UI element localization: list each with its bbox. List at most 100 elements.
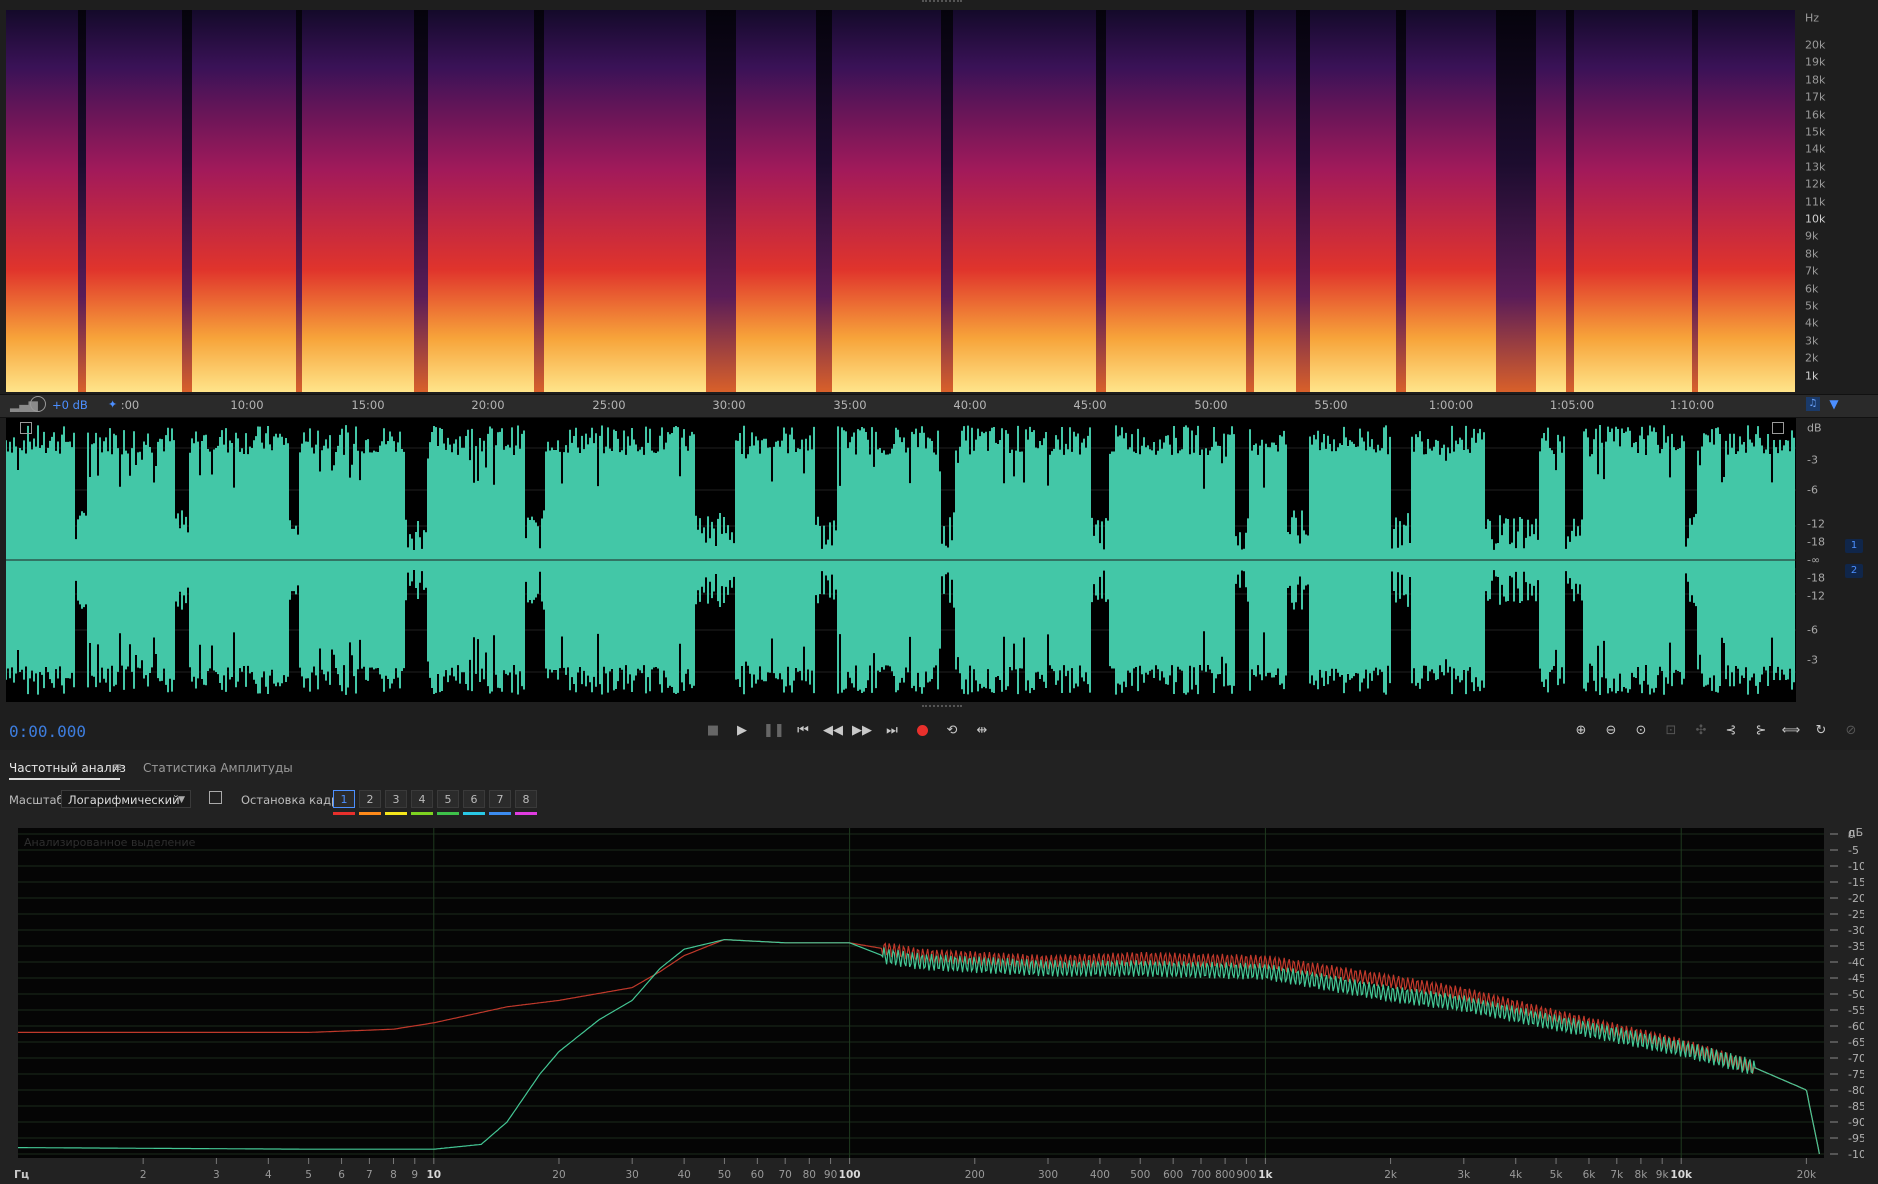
resize-grip[interactable] xyxy=(922,705,962,709)
fast-forward-button[interactable]: ▶▶ xyxy=(852,722,872,740)
freeze-frame-button-5[interactable]: 5 xyxy=(437,790,459,808)
hz-tick-label: 14k xyxy=(1805,142,1826,156)
db-unit-label: дБ xyxy=(1848,828,1863,839)
headphones-icon[interactable]: ♫ xyxy=(1806,397,1820,411)
ruler-tick-label: 40:00 xyxy=(953,398,987,412)
hz-tick-label: 7k xyxy=(1805,264,1819,278)
x-tick-label: 60 xyxy=(751,1169,764,1181)
hz-unit-label: Hz xyxy=(1805,11,1820,25)
x-tick-label: 20 xyxy=(552,1169,565,1181)
silence-band xyxy=(1692,10,1698,392)
silence-band xyxy=(78,10,86,392)
marker-icon[interactable]: ▼ xyxy=(1828,397,1840,411)
zoom-in-right-icon[interactable]: ⊱ xyxy=(1751,722,1771,740)
ruler-tick-label: 25:00 xyxy=(592,398,626,412)
channel-1-badge[interactable]: 1 xyxy=(1845,539,1863,553)
silence-band xyxy=(1496,10,1536,392)
go-to-start-button[interactable]: ⏮ xyxy=(793,722,813,740)
x-tick-label: 5 xyxy=(305,1169,312,1181)
x-tick-label: 8k xyxy=(1635,1169,1649,1181)
hz-tick-label: 12k xyxy=(1805,177,1826,191)
resize-grip[interactable] xyxy=(922,0,962,6)
copy-icon[interactable] xyxy=(209,791,222,804)
volume-knob-icon[interactable] xyxy=(30,396,46,412)
play-button[interactable]: ▶ xyxy=(732,722,752,740)
waveform-view[interactable] xyxy=(6,418,1796,702)
db-tick-label: -85 xyxy=(1848,1100,1864,1113)
time-ruler[interactable]: ▂▄▆ +0 dB ✦ :00 10:00 15:00 20:00 25:00 30:00… xyxy=(0,394,1878,418)
db-tick-label: -12 xyxy=(1807,589,1825,603)
go-to-end-button[interactable]: ⏭ xyxy=(882,722,902,740)
zoom-out-full-icon[interactable]: ⟺ xyxy=(1781,722,1801,740)
x-tick-label: 3k xyxy=(1457,1169,1471,1181)
tab-amplitude-statistics[interactable]: Статистика Амплитуды xyxy=(143,761,293,775)
db-tick-label: -45 xyxy=(1848,972,1864,985)
stop-button[interactable]: ■ xyxy=(703,722,723,740)
silence-band xyxy=(1396,10,1406,392)
loop-button[interactable]: ⟲ xyxy=(942,722,962,740)
freeze-frame-button-6[interactable]: 6 xyxy=(463,790,485,808)
silence-band xyxy=(534,10,544,392)
x-tick-label: 7 xyxy=(366,1169,373,1181)
zoom-reset-icon[interactable]: ↻ xyxy=(1811,722,1831,740)
freeze-frame-button-7[interactable]: 7 xyxy=(489,790,511,808)
freeze-frame-color-3 xyxy=(385,812,407,815)
panel-menu-icon[interactable]: ≡ xyxy=(112,760,122,774)
silence-band xyxy=(1246,10,1254,392)
fade-in-handle-icon[interactable] xyxy=(20,422,32,434)
volume-value[interactable]: +0 dB xyxy=(52,398,88,412)
zoom-selection-icon[interactable]: ⊡ xyxy=(1661,722,1681,740)
pin-icon[interactable]: ✦ xyxy=(108,398,117,411)
ruler-tick-label: 30:00 xyxy=(712,398,746,412)
x-tick-label: 3 xyxy=(213,1169,220,1181)
hz-tick-label: 3k xyxy=(1805,334,1819,348)
silence-band xyxy=(1566,10,1574,392)
x-tick-label: 80 xyxy=(803,1169,816,1181)
freeze-frame-color-6 xyxy=(463,812,485,815)
db-tick-label: -15 xyxy=(1848,876,1864,889)
current-timecode[interactable]: 0:00.000 xyxy=(9,722,86,741)
ruler-tick-label: 45:00 xyxy=(1073,398,1107,412)
x-tick-label: 4k xyxy=(1509,1169,1523,1181)
hz-tick-label: 1k xyxy=(1805,369,1819,383)
hz-tick-label: 20k xyxy=(1805,38,1826,52)
hz-tick-label: 8k xyxy=(1805,247,1819,261)
record-button[interactable] xyxy=(912,722,932,740)
fade-out-handle-icon[interactable] xyxy=(1772,422,1784,434)
db-tick-label: -20 xyxy=(1848,892,1864,905)
freeze-frame-color-2 xyxy=(359,812,381,815)
ruler-tick-label: 1:05:00 xyxy=(1549,398,1595,412)
plot-area xyxy=(18,828,1824,1158)
freeze-frame-button-4[interactable]: 4 xyxy=(411,790,433,808)
silence-band xyxy=(706,10,736,392)
zoom-in-amplitude-icon[interactable]: ⊕ xyxy=(1571,722,1591,740)
zoom-in-left-icon[interactable]: ⊰ xyxy=(1721,722,1741,740)
x-tick-label: 700 xyxy=(1191,1169,1211,1181)
ruler-tick-label: 1:00:00 xyxy=(1428,398,1474,412)
db-tick-label: -55 xyxy=(1848,1004,1864,1017)
db-tick-label: -70 xyxy=(1848,1052,1864,1065)
channel-2-badge[interactable]: 2 xyxy=(1845,564,1863,578)
pause-button[interactable]: ❚❚ xyxy=(763,722,785,740)
rewind-button[interactable]: ◀◀ xyxy=(823,722,843,740)
spectrogram-view[interactable] xyxy=(6,10,1795,392)
hz-tick-label: 6k xyxy=(1805,282,1819,296)
db-tick-label: -5 xyxy=(1848,844,1859,857)
zoom-time-icon[interactable]: ⊘ xyxy=(1841,722,1861,740)
scale-dropdown[interactable]: Логарифмический ▼ xyxy=(61,790,191,808)
freeze-frame-button-2[interactable]: 2 xyxy=(359,790,381,808)
skip-selection-button[interactable]: ⇹ xyxy=(972,722,992,740)
freeze-frame-button-3[interactable]: 3 xyxy=(385,790,407,808)
freeze-frame-button-8[interactable]: 8 xyxy=(515,790,537,808)
zoom-center-icon[interactable]: ✣ xyxy=(1691,722,1711,740)
zoom-to-fit-icon[interactable]: ⊙ xyxy=(1631,722,1651,740)
db-tick-label: -95 xyxy=(1848,1132,1864,1145)
db-tick-label: -65 xyxy=(1848,1036,1864,1049)
frequency-analysis-chart[interactable]: 0-5-10-15-20-25-30-35-40-45-50-55-60-65-… xyxy=(12,828,1864,1184)
zoom-out-amplitude-icon[interactable]: ⊖ xyxy=(1601,722,1621,740)
db-tick-label: -50 xyxy=(1848,988,1864,1001)
db-tick-label: -60 xyxy=(1848,1020,1864,1033)
db-tick-label: -12 xyxy=(1807,517,1825,531)
freeze-frame-button-1[interactable]: 1 xyxy=(333,790,355,808)
tab-frequency-analysis[interactable]: Частотный анализ xyxy=(9,761,126,775)
